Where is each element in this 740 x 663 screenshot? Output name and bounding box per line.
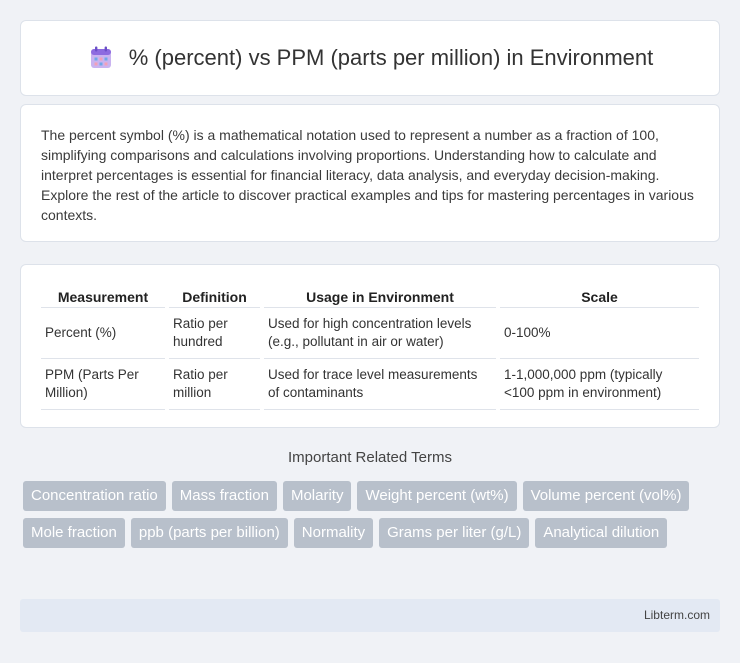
related-term-tag[interactable]: Volume percent (vol%) — [522, 481, 690, 511]
comparison-table-card: Measurement Definition Usage in Environm… — [20, 264, 720, 428]
table-cell: Used for high concentration levels (e.g.… — [264, 308, 496, 359]
table-cell: PPM (Parts Per Million) — [41, 359, 165, 410]
table-cell: 1-1,000,000 ppm (typically <100 ppm in e… — [500, 359, 699, 410]
column-header: Measurement — [41, 283, 165, 308]
related-term-tag[interactable]: ppb (parts per billion) — [130, 518, 288, 548]
table-cell: Ratio per hundred — [169, 308, 260, 359]
comparison-table: Measurement Definition Usage in Environm… — [37, 283, 703, 410]
table-cell: Used for trace level measurements of con… — [264, 359, 496, 410]
title-card: % (percent) vs PPM (parts per million) i… — [20, 20, 720, 96]
related-term-tag[interactable]: Grams per liter (g/L) — [379, 518, 530, 548]
column-header: Definition — [169, 283, 260, 308]
calendar-icon — [87, 44, 115, 72]
table-row: PPM (Parts Per Million) Ratio per millio… — [41, 359, 699, 410]
related-term-tag[interactable]: Mass fraction — [171, 481, 277, 511]
intro-paragraph: The percent symbol (%) is a mathematical… — [41, 127, 694, 223]
table-header-row: Measurement Definition Usage in Environm… — [41, 283, 699, 308]
related-terms-list: Concentration ratio Mass fraction Molari… — [23, 481, 717, 548]
table-cell: 0-100% — [500, 308, 699, 359]
related-term-tag[interactable]: Concentration ratio — [23, 481, 166, 511]
related-term-tag[interactable]: Weight percent (wt%) — [357, 481, 517, 511]
related-term-tag[interactable]: Analytical dilution — [535, 518, 668, 548]
footer: Libterm.com — [20, 599, 720, 632]
column-header: Scale — [500, 283, 699, 308]
intro-card: The percent symbol (%) is a mathematical… — [20, 104, 720, 242]
related-term-tag[interactable]: Normality — [293, 518, 374, 548]
table-cell: Ratio per million — [169, 359, 260, 410]
footer-site-link[interactable]: Libterm.com — [644, 608, 710, 622]
related-term-tag[interactable]: Mole fraction — [23, 518, 125, 548]
related-terms-heading: Important Related Terms — [288, 449, 452, 466]
page-title: % (percent) vs PPM (parts per million) i… — [128, 45, 654, 70]
table-cell: Percent (%) — [41, 308, 165, 359]
related-term-tag[interactable]: Molarity — [282, 481, 352, 511]
table-row: Percent (%) Ratio per hundred Used for h… — [41, 308, 699, 359]
column-header: Usage in Environment — [264, 283, 496, 308]
